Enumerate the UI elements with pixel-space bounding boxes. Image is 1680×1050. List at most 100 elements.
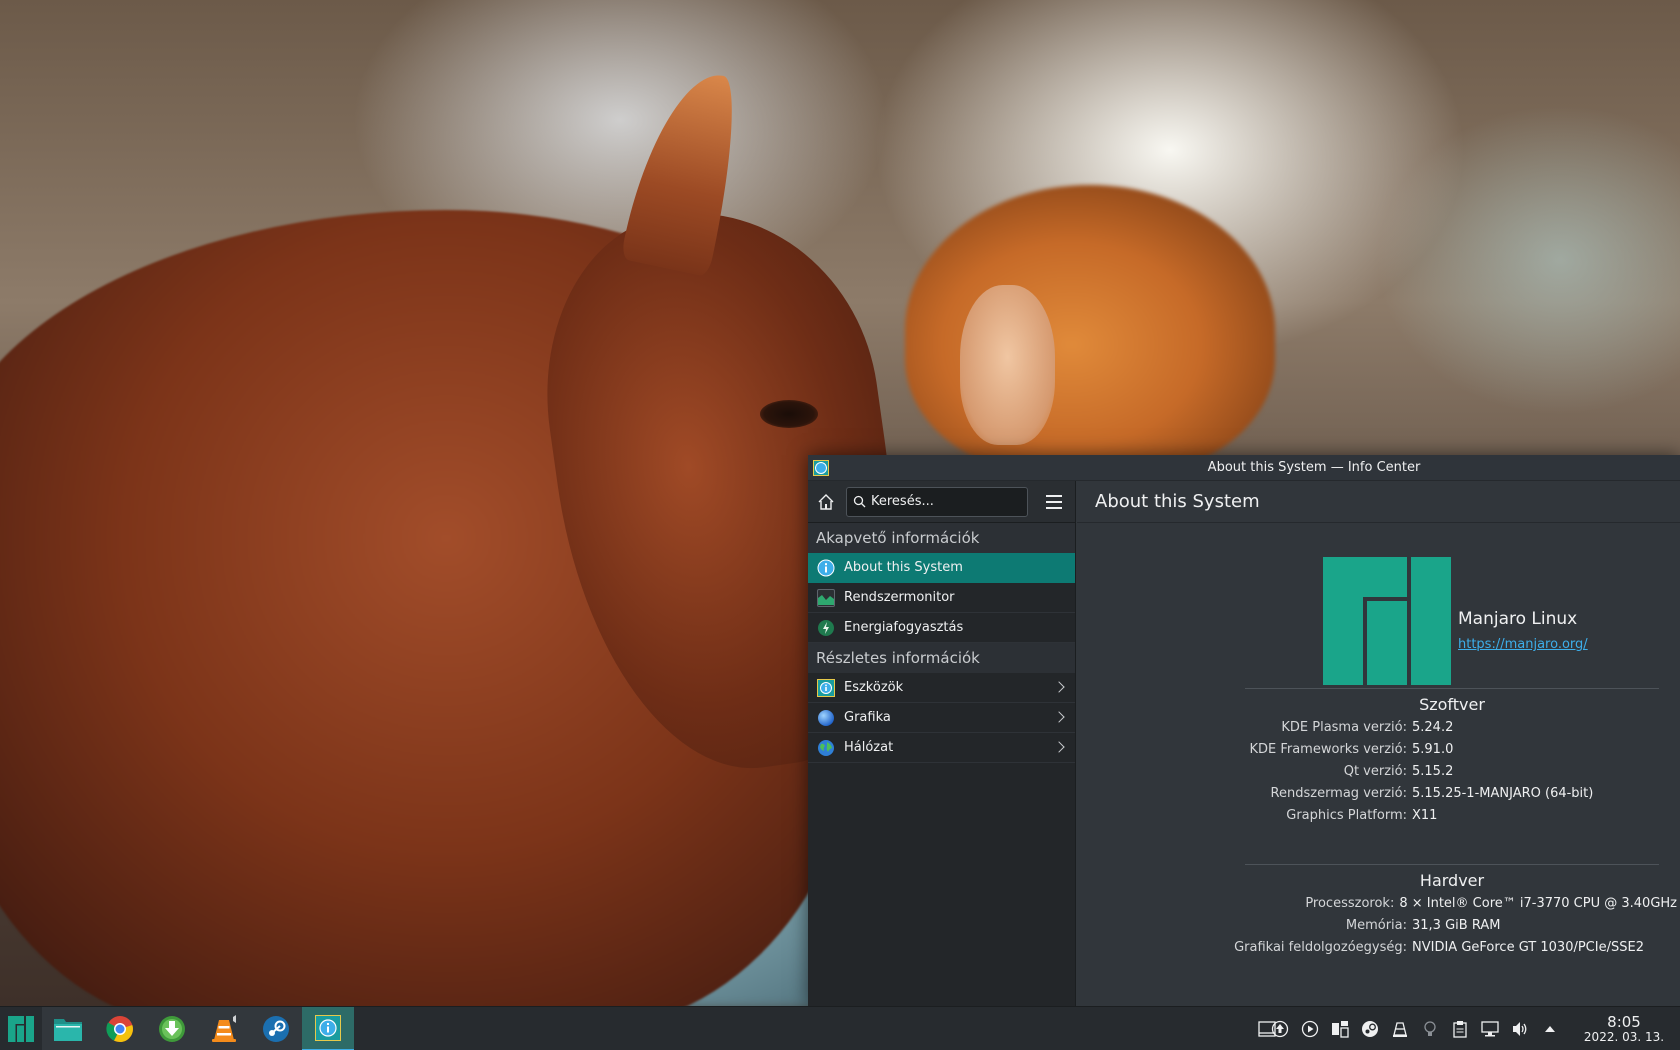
info-value: X11 bbox=[1412, 808, 1438, 823]
sidebar-item-label: Energiafogyasztás bbox=[844, 620, 964, 635]
vlc-tray-icon bbox=[1393, 1022, 1407, 1037]
hamburger-menu-button[interactable] bbox=[1042, 490, 1066, 514]
hamburger-menu-icon-line bbox=[1046, 506, 1062, 509]
info-row: Processzorok: 8 × Intel® Core™ i7-3770 C… bbox=[1077, 896, 1677, 916]
home-button[interactable] bbox=[814, 490, 838, 514]
steam-icon bbox=[263, 1015, 289, 1042]
info-key: Graphics Platform: bbox=[1286, 808, 1407, 823]
volume-icon bbox=[1513, 1022, 1527, 1036]
graphics-icon bbox=[818, 709, 834, 726]
hamburger-menu-icon-line bbox=[1046, 500, 1062, 503]
steam-tray-icon bbox=[1362, 1021, 1378, 1037]
info-value: 5.15.2 bbox=[1412, 764, 1454, 779]
tray-volume-button[interactable] bbox=[1508, 1017, 1532, 1041]
window-title: About this System — Info Center bbox=[1207, 460, 1421, 475]
search-icon bbox=[853, 495, 866, 508]
sidebar-item-graphics[interactable]: Grafika bbox=[808, 703, 1075, 733]
info-value: 31,3 GiB RAM bbox=[1412, 918, 1501, 933]
chrome-icon bbox=[106, 1015, 133, 1042]
tray-update-button[interactable] bbox=[1268, 1017, 1292, 1041]
info-key: KDE Frameworks verzió: bbox=[1249, 742, 1407, 757]
hamburger-menu-icon-line bbox=[1046, 494, 1062, 497]
sidebar-item-label: Rendszermonitor bbox=[844, 590, 955, 605]
sidebar-item-devices[interactable]: Eszközök bbox=[808, 673, 1075, 703]
info-row: Memória: 31,3 GiB RAM bbox=[1077, 918, 1677, 938]
network-wired-icon bbox=[1481, 1021, 1499, 1037]
wallpaper-horse-eye bbox=[760, 400, 818, 428]
wallpaper-woman-hair bbox=[905, 185, 1275, 475]
main-content: About this System Manjaro Linux https://… bbox=[1077, 481, 1680, 1006]
page-title: About this System bbox=[1077, 481, 1680, 523]
chevron-right-icon bbox=[1053, 711, 1065, 723]
info-row: KDE Plasma verzió: 5.24.2 bbox=[1077, 720, 1677, 740]
chevron-right-icon bbox=[1053, 681, 1065, 693]
application-launcher-icon bbox=[8, 1015, 34, 1042]
info-value: 5.91.0 bbox=[1412, 742, 1454, 757]
download-manager-icon bbox=[159, 1015, 185, 1042]
tray-media-player-button[interactable] bbox=[1298, 1017, 1322, 1041]
taskbar-download-manager[interactable] bbox=[146, 1006, 198, 1050]
info-key: Grafikai feldolgozóegység: bbox=[1234, 940, 1407, 955]
distro-url-link[interactable]: https://manjaro.org/ bbox=[1458, 637, 1588, 652]
info-row: Qt verzió: 5.15.2 bbox=[1077, 764, 1677, 784]
separator bbox=[1245, 864, 1659, 865]
info-row: Rendszermag verzió: 5.15.25-1-MANJARO (6… bbox=[1077, 786, 1677, 806]
info-value: 5.15.25-1-MANJARO (64-bit) bbox=[1412, 786, 1594, 801]
vlc-icon bbox=[212, 1014, 236, 1042]
sidebar-item-label: Eszközök bbox=[844, 680, 904, 695]
info-value: 5.24.2 bbox=[1412, 720, 1454, 735]
tray-clipboard-button[interactable] bbox=[1448, 1017, 1472, 1041]
info-key: Qt verzió: bbox=[1343, 764, 1407, 779]
info-key: Processzorok: bbox=[1305, 896, 1395, 911]
light-bulb-icon bbox=[1424, 1021, 1436, 1036]
sidebar: Akapvető információk About this System R… bbox=[808, 481, 1076, 1006]
clock-date: 2022. 03. 13. bbox=[1583, 1029, 1665, 1044]
info-center-window: About this System — Info Center Keresés.… bbox=[808, 455, 1680, 1006]
section-title-hardware: Hardver bbox=[1419, 871, 1485, 890]
taskbar-steam[interactable] bbox=[250, 1006, 302, 1050]
taskbar-chrome[interactable] bbox=[94, 1006, 146, 1050]
wallpaper-woman-face bbox=[960, 285, 1055, 445]
sidebar-item-network[interactable]: Hálózat bbox=[808, 733, 1075, 763]
chevron-right-icon bbox=[1053, 741, 1065, 753]
tray-clipboard-manager-button[interactable] bbox=[1328, 1017, 1352, 1041]
tray-expand-button[interactable] bbox=[1538, 1017, 1562, 1041]
tray-night-color-button[interactable] bbox=[1418, 1017, 1442, 1041]
tray-vlc-button[interactable] bbox=[1388, 1017, 1412, 1041]
sidebar-item-about-this-system[interactable]: About this System bbox=[808, 553, 1075, 583]
sidebar-item-energy[interactable]: Energiafogyasztás bbox=[808, 613, 1075, 643]
info-row: KDE Frameworks verzió: 5.91.0 bbox=[1077, 742, 1677, 762]
distro-name: Manjaro Linux bbox=[1458, 609, 1578, 629]
tray-steam-button[interactable] bbox=[1358, 1017, 1382, 1041]
sidebar-item-system-monitor[interactable]: Rendszermonitor bbox=[808, 583, 1075, 613]
activity-manager-icon bbox=[1332, 1021, 1349, 1038]
info-icon bbox=[817, 559, 835, 576]
info-center-icon bbox=[315, 1014, 341, 1041]
sidebar-item-label: About this System bbox=[844, 560, 963, 575]
sidebar-section-basic: Akapvető információk bbox=[808, 523, 1075, 553]
tray-network-button[interactable] bbox=[1478, 1017, 1502, 1041]
application-launcher-button[interactable] bbox=[0, 1007, 42, 1050]
section-title-software: Szoftver bbox=[1419, 695, 1485, 714]
sidebar-item-label: Hálózat bbox=[844, 740, 894, 755]
clock-time: 8:05 bbox=[1607, 1013, 1641, 1032]
taskbar-info-center[interactable] bbox=[302, 1006, 354, 1050]
clipboard-icon bbox=[1453, 1021, 1467, 1038]
energy-icon bbox=[818, 619, 834, 636]
info-key: KDE Plasma verzió: bbox=[1281, 720, 1407, 735]
update-arrow-icon bbox=[1271, 1020, 1289, 1038]
search-input[interactable] bbox=[871, 494, 1021, 509]
window-titlebar[interactable]: About this System — Info Center bbox=[808, 455, 1680, 481]
sidebar-toolbar bbox=[808, 481, 1075, 523]
separator bbox=[1245, 688, 1659, 689]
search-field[interactable] bbox=[846, 486, 1028, 517]
taskbar-file-manager[interactable] bbox=[42, 1006, 94, 1050]
system-monitor-icon bbox=[817, 588, 835, 607]
info-key: Rendszermag verzió: bbox=[1270, 786, 1407, 801]
file-manager-icon bbox=[54, 1018, 82, 1041]
chevron-up-icon bbox=[1545, 1026, 1555, 1032]
info-center-app-icon[interactable] bbox=[813, 460, 829, 476]
info-key: Memória: bbox=[1345, 918, 1407, 933]
taskbar-vlc[interactable] bbox=[198, 1006, 250, 1050]
digital-clock[interactable]: 8:05 2022. 03. 13. bbox=[1578, 1014, 1670, 1044]
